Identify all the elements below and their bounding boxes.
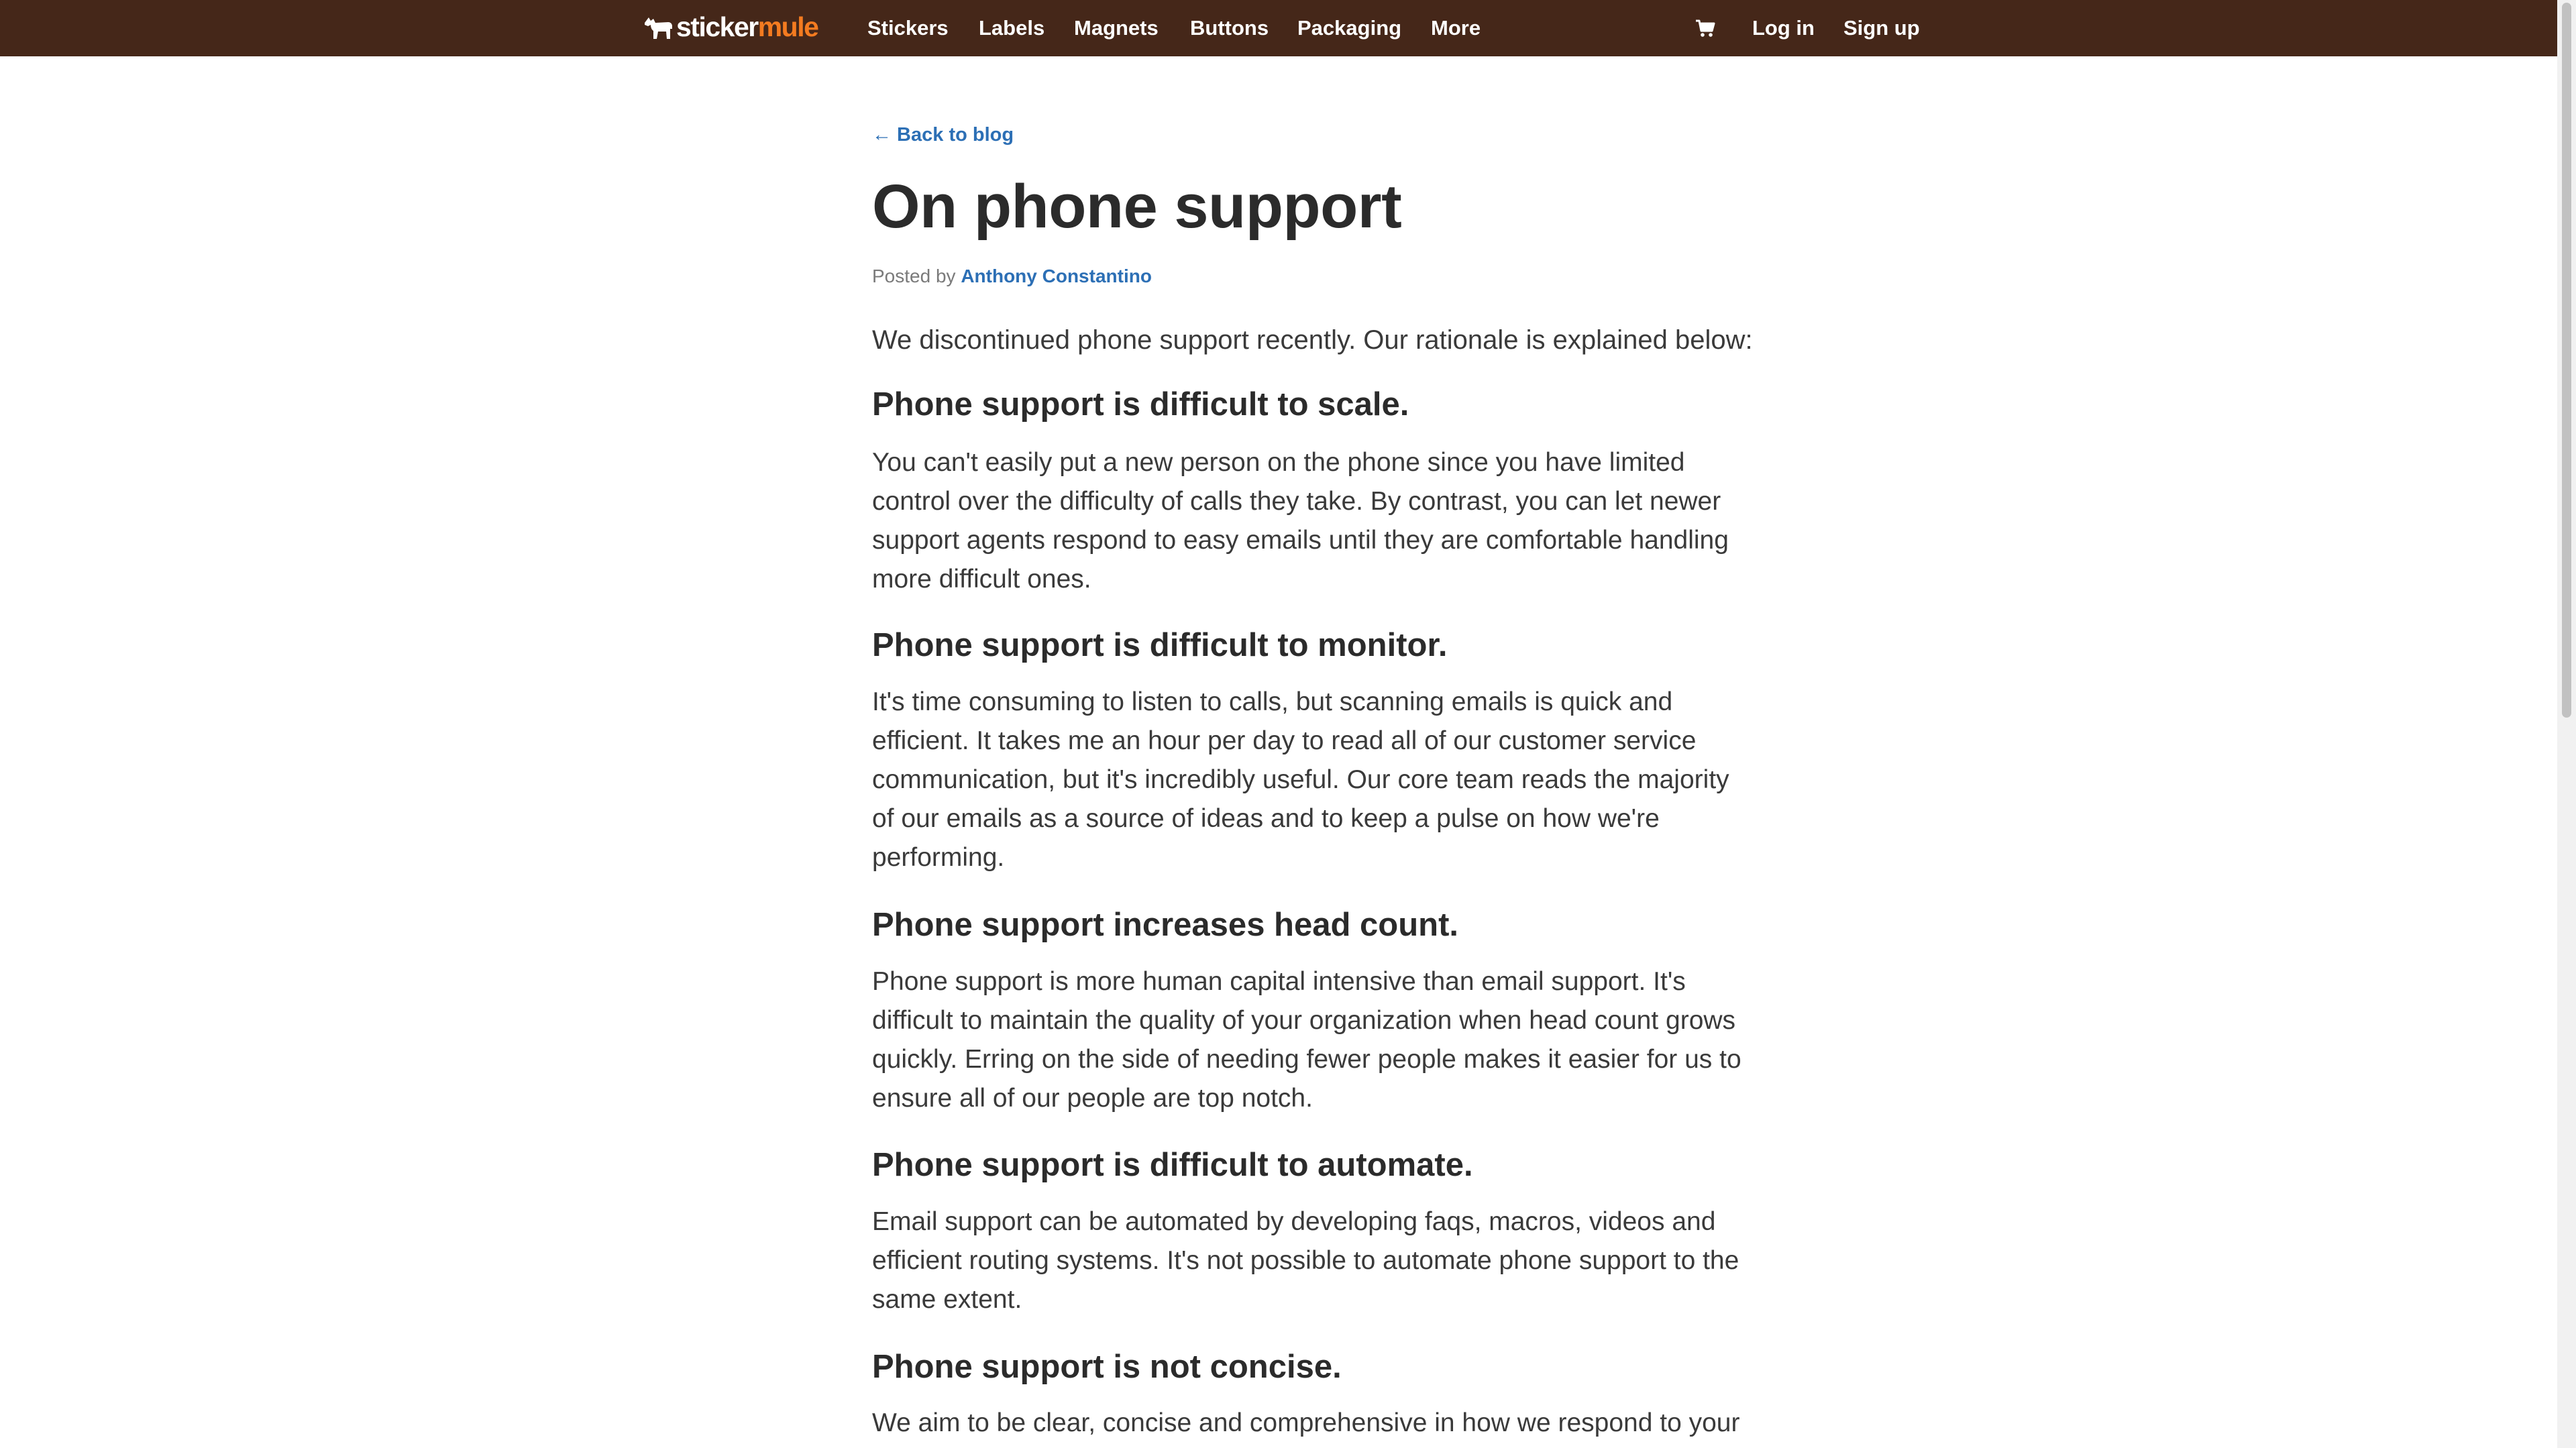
author-link[interactable]: Anthony Constantino [961,266,1152,286]
nav-link-labels[interactable]: Labels [979,13,1044,43]
section-heading: Phone support is difficult to monitor. [872,627,1448,663]
page-title: On phone support [872,172,1402,241]
intro-paragraph: We discontinued phone support recently. … [872,325,1753,355]
cart-icon[interactable] [1695,19,1715,38]
byline-prefix: Posted by [872,266,956,286]
nav-link-buttons[interactable]: Buttons [1190,13,1269,43]
paragraph-line: difficult to maintain the quality of you… [872,1006,1736,1035]
paragraph-line: efficient routing systems. It's not poss… [872,1246,1739,1275]
logo-text-mule: mule [757,11,819,42]
paragraph-line: same extent. [872,1285,1022,1314]
paragraph-line: support agents respond to easy emails un… [872,526,1729,555]
paragraph-line: more difficult ones. [872,565,1091,594]
section-paragraph: Phone support is more human capital inte… [872,962,1741,1118]
paragraph-line: ensure all of our people are top notch. [872,1084,1313,1113]
byline: Posted by Anthony Constantino [872,263,1152,290]
back-to-blog-link[interactable]: ← Back to blog [872,119,1014,150]
section-heading: Phone support is difficult to scale. [872,386,1409,423]
paragraph-line: It's time consuming to listen to calls, … [872,687,1673,716]
section-heading: Phone support increases head count. [872,907,1459,943]
paragraph-line: We aim to be clear, concise and comprehe… [872,1408,1740,1437]
login-link[interactable]: Log in [1752,13,1815,43]
section-heading: Phone support is difficult to automate. [872,1147,1473,1183]
paragraph-line: quickly. Erring on the side of needing f… [872,1045,1741,1074]
nav-link-stickers[interactable]: Stickers [867,13,949,43]
section-paragraph: It's time consuming to listen to calls, … [872,683,1729,877]
section-paragraph: We aim to be clear, concise and comprehe… [872,1404,1740,1443]
signup-link[interactable]: Sign up [1843,13,1920,43]
nav-link-magnets[interactable]: Magnets [1074,13,1159,43]
section-paragraph: You can't easily put a new person on the… [872,443,1729,599]
top-nav-bar: sticker mule Stickers Labels Magnets Butt… [0,0,2557,56]
paragraph-line: communication, but it's incredibly usefu… [872,765,1729,794]
mule-logo-icon [645,17,672,39]
page-scrollbar[interactable] [2557,0,2576,1448]
section-paragraph: Email support can be automated by develo… [872,1203,1739,1319]
scrollbar-thumb[interactable] [2562,3,2571,718]
paragraph-line: control over the difficulty of calls the… [872,487,1721,516]
paragraph-line: efficient. It takes me an hour per day t… [872,726,1697,755]
section-heading: Phone support is not concise. [872,1349,1342,1385]
paragraph-line: of our emails as a source of ideas and t… [872,804,1660,833]
logo-text-sticker: sticker [676,11,759,42]
nav-link-packaging[interactable]: Packaging [1297,13,1401,43]
paragraph-line: Phone support is more human capital inte… [872,967,1686,996]
paragraph-line: Email support can be automated by develo… [872,1207,1716,1236]
paragraph-line: performing. [872,843,1005,872]
stickermule-logo[interactable]: sticker mule [643,9,819,44]
nav-link-more[interactable]: More [1431,13,1481,43]
paragraph-line: You can't easily put a new person on the… [872,448,1685,477]
